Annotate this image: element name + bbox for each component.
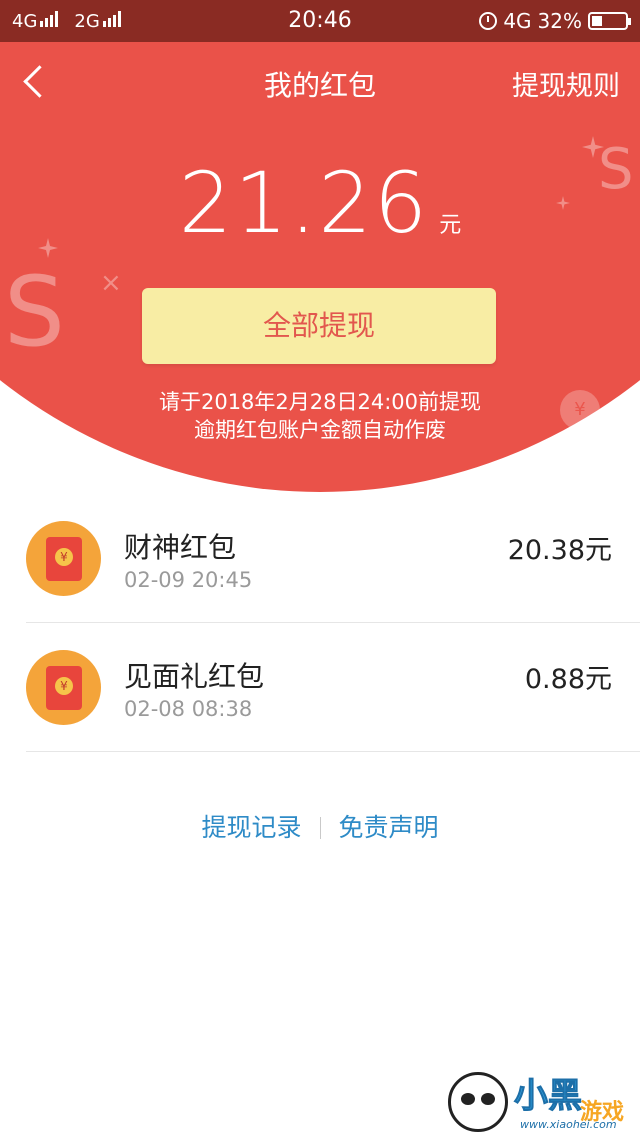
panda-icon bbox=[448, 1072, 508, 1132]
list-item[interactable]: ¥ 财神红包 02-09 20:45 20.38元 bbox=[0, 494, 640, 623]
packet-name: 见面礼红包 bbox=[124, 660, 265, 693]
network-label: 4G bbox=[503, 9, 532, 33]
balance-amount: 21.26 bbox=[178, 154, 430, 252]
balance-unit: 元 bbox=[439, 213, 462, 238]
swirl-decoration-icon: S bbox=[4, 256, 65, 368]
battery-percent: 32% bbox=[537, 9, 582, 33]
packet-amount: 20.38元 bbox=[507, 535, 612, 566]
watermark-logo: 小黑 游戏 www.xiaohei.com bbox=[448, 1068, 638, 1136]
red-envelope-icon: ¥ bbox=[26, 521, 101, 596]
withdraw-records-link[interactable]: 提现记录 bbox=[201, 813, 301, 842]
notice-expiry: 逾期红包账户金额自动作废 bbox=[194, 418, 446, 442]
packet-amount: 0.88元 bbox=[524, 664, 612, 695]
footer-links: 提现记录 免责声明 bbox=[0, 808, 640, 844]
withdraw-all-button[interactable]: 全部提现 bbox=[142, 288, 496, 364]
withdraw-notice: 请于2018年2月28日24:00前提现 逾期红包账户金额自动作废 bbox=[0, 388, 640, 444]
withdraw-rules-link[interactable]: 提现规则 bbox=[512, 64, 620, 103]
disclaimer-link[interactable]: 免责声明 bbox=[339, 813, 439, 842]
battery-icon bbox=[588, 12, 631, 30]
watermark-brand: 小黑 bbox=[514, 1076, 583, 1117]
cross-decoration-icon: × bbox=[100, 268, 122, 298]
balance-header: × S S ¥ 我的红包 提现规则 21.26 元 全部提现 请于2018年2月2… bbox=[0, 42, 640, 494]
divider bbox=[26, 751, 640, 752]
nav-bar: 我的红包 提现规则 bbox=[0, 42, 640, 124]
list-item[interactable]: ¥ 见面礼红包 02-08 08:38 0.88元 bbox=[0, 623, 640, 752]
alarm-icon bbox=[479, 12, 498, 30]
status-bar: 4G 2G 20:46 4G 32% bbox=[0, 0, 640, 42]
packet-time: 02-09 20:45 bbox=[124, 568, 253, 592]
red-packet-list: ¥ 财神红包 02-09 20:45 20.38元 ¥ 见面礼红包 02-08 … bbox=[0, 494, 640, 752]
packet-name: 财神红包 bbox=[124, 531, 237, 564]
link-separator bbox=[319, 817, 321, 839]
packet-time: 02-08 08:38 bbox=[124, 697, 253, 721]
red-envelope-icon: ¥ bbox=[26, 650, 101, 725]
watermark-url: www.xiaohei.com bbox=[520, 1118, 617, 1131]
notice-deadline: 请于2018年2月28日24:00前提现 bbox=[158, 390, 482, 414]
status-right: 4G 32% bbox=[479, 9, 631, 33]
balance-display: 21.26 元 bbox=[0, 154, 640, 252]
